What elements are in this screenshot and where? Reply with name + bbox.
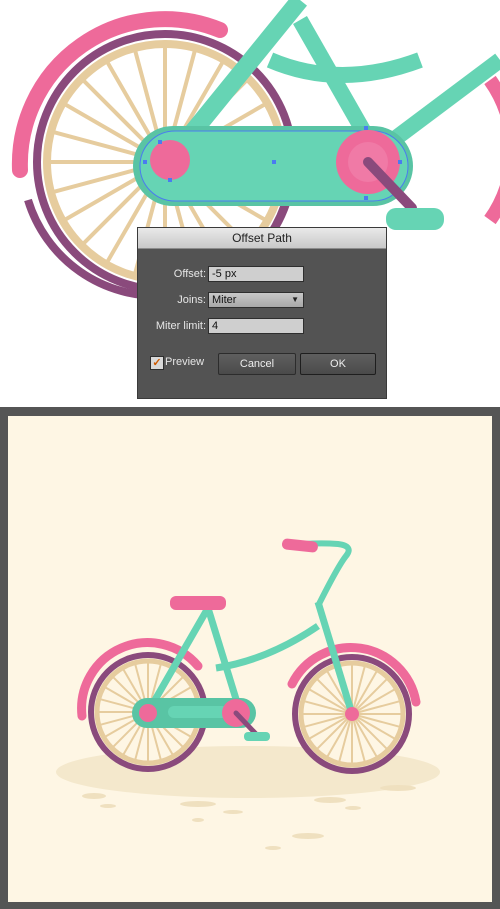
miter-limit-label: Miter limit: xyxy=(155,320,206,332)
saddle xyxy=(170,596,226,610)
joins-select[interactable]: Miter ▼ xyxy=(208,292,304,308)
bicycle-full xyxy=(56,538,440,850)
seat-tube xyxy=(204,606,244,714)
front-hub xyxy=(345,707,359,721)
dialog-title: Offset Path xyxy=(138,228,386,249)
miter-limit-field[interactable]: 4 xyxy=(208,318,304,334)
offset-row: Offset: -5 px xyxy=(138,266,388,282)
top-tube xyxy=(266,52,423,83)
preview-frame xyxy=(0,407,500,909)
checkmark-icon: ✓ xyxy=(152,357,162,369)
joins-value: Miter xyxy=(212,294,237,306)
handlebar-stem xyxy=(287,540,352,608)
miter-row: Miter limit: 4 xyxy=(138,318,388,334)
offset-field[interactable]: -5 px xyxy=(208,266,304,282)
handlebar-grip xyxy=(281,538,318,553)
chain-guard-inner xyxy=(168,706,228,718)
ok-button[interactable]: OK xyxy=(300,353,376,375)
offset-path-dialog: Offset Path Offset: -5 px Joins: Miter ▼… xyxy=(137,227,387,399)
joins-label: Joins: xyxy=(177,294,206,306)
preview-checkbox[interactable]: ✓ xyxy=(150,356,164,370)
front-fender-edge xyxy=(484,75,500,225)
chevron-down-icon: ▼ xyxy=(291,295,299,304)
artboard-top: Offset Path Offset: -5 px Joins: Miter ▼… xyxy=(0,0,500,400)
artboard-bottom xyxy=(8,416,492,902)
rear-hub xyxy=(139,704,157,722)
pedal xyxy=(386,208,444,230)
pedal xyxy=(244,732,270,741)
preview-label: Preview xyxy=(165,356,205,368)
cancel-button[interactable]: Cancel xyxy=(218,353,296,375)
offset-label: Offset: xyxy=(173,268,206,280)
top-tube xyxy=(215,623,320,672)
rear-hub xyxy=(150,140,190,180)
joins-row: Joins: Miter ▼ xyxy=(138,292,388,308)
